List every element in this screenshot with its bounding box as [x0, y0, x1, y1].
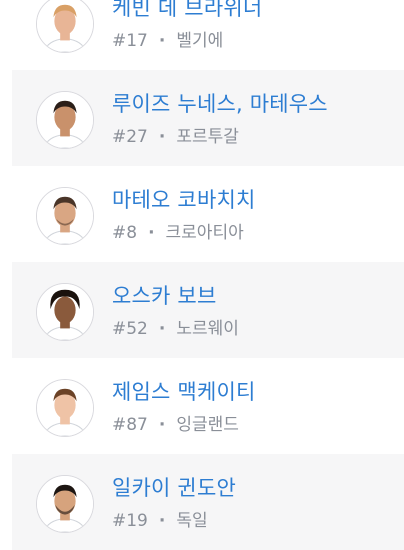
player-number: #27	[112, 127, 148, 147]
player-avatar	[36, 0, 94, 53]
player-number: #19	[112, 511, 148, 531]
player-country: 벨기에	[176, 31, 224, 51]
player-country: 노르웨이	[176, 319, 239, 339]
player-meta: #8 · 크로아티아	[112, 222, 244, 244]
player-list: 케빈 데 브라위너 #17 · 벨기에 루이즈 누네스, 마테우스 #27 · 포르투갈	[12, 0, 404, 550]
player-country: 독일	[176, 511, 208, 531]
player-number: #8	[112, 223, 138, 243]
player-name[interactable]: 마테오 코바치치	[112, 186, 256, 214]
player-name[interactable]: 케빈 데 브라위너	[112, 0, 262, 22]
separator-dot: ·	[158, 31, 166, 51]
separator-dot: ·	[158, 127, 166, 147]
player-meta: #87 · 잉글랜드	[112, 414, 239, 436]
player-country: 잉글랜드	[176, 415, 239, 435]
player-row[interactable]: 마테오 코바치치 #8 · 크로아티아	[12, 166, 404, 262]
player-row[interactable]: 케빈 데 브라위너 #17 · 벨기에	[12, 0, 404, 70]
player-photo-icon	[37, 92, 93, 148]
player-photo-icon	[37, 380, 93, 436]
player-avatar	[36, 475, 94, 533]
player-avatar	[36, 187, 94, 245]
player-meta: #27 · 포르투갈	[112, 126, 239, 148]
player-meta: #17 · 벨기에	[112, 30, 223, 52]
player-row[interactable]: 제임스 맥케이티 #87 · 잉글랜드	[12, 358, 404, 454]
separator-dot: ·	[158, 319, 166, 339]
player-photo-icon	[37, 476, 93, 532]
player-row[interactable]: 일카이 귄도안 #19 · 독일	[12, 454, 404, 550]
player-meta: #19 · 독일	[112, 510, 208, 532]
player-meta: #52 · 노르웨이	[112, 318, 239, 340]
player-name[interactable]: 제임스 맥케이티	[112, 378, 256, 406]
player-row[interactable]: 오스카 보브 #52 · 노르웨이	[12, 262, 404, 358]
player-avatar	[36, 379, 94, 437]
separator-dot: ·	[148, 223, 155, 243]
player-number: #52	[112, 319, 148, 339]
player-country: 포르투갈	[176, 127, 239, 147]
player-name[interactable]: 일카이 귄도안	[112, 474, 236, 502]
player-photo-icon	[37, 0, 93, 52]
player-name[interactable]: 오스카 보브	[112, 282, 216, 310]
player-country: 크로아티아	[165, 223, 244, 243]
player-number: #87	[112, 415, 148, 435]
player-row[interactable]: 루이즈 누네스, 마테우스 #27 · 포르투갈	[12, 70, 404, 166]
player-avatar	[36, 283, 94, 341]
separator-dot: ·	[158, 415, 166, 435]
player-avatar	[36, 91, 94, 149]
player-name[interactable]: 루이즈 누네스, 마테우스	[112, 90, 328, 118]
player-photo-icon	[37, 284, 93, 340]
separator-dot: ·	[158, 511, 166, 531]
player-photo-icon	[37, 188, 93, 244]
player-number: #17	[112, 31, 148, 51]
